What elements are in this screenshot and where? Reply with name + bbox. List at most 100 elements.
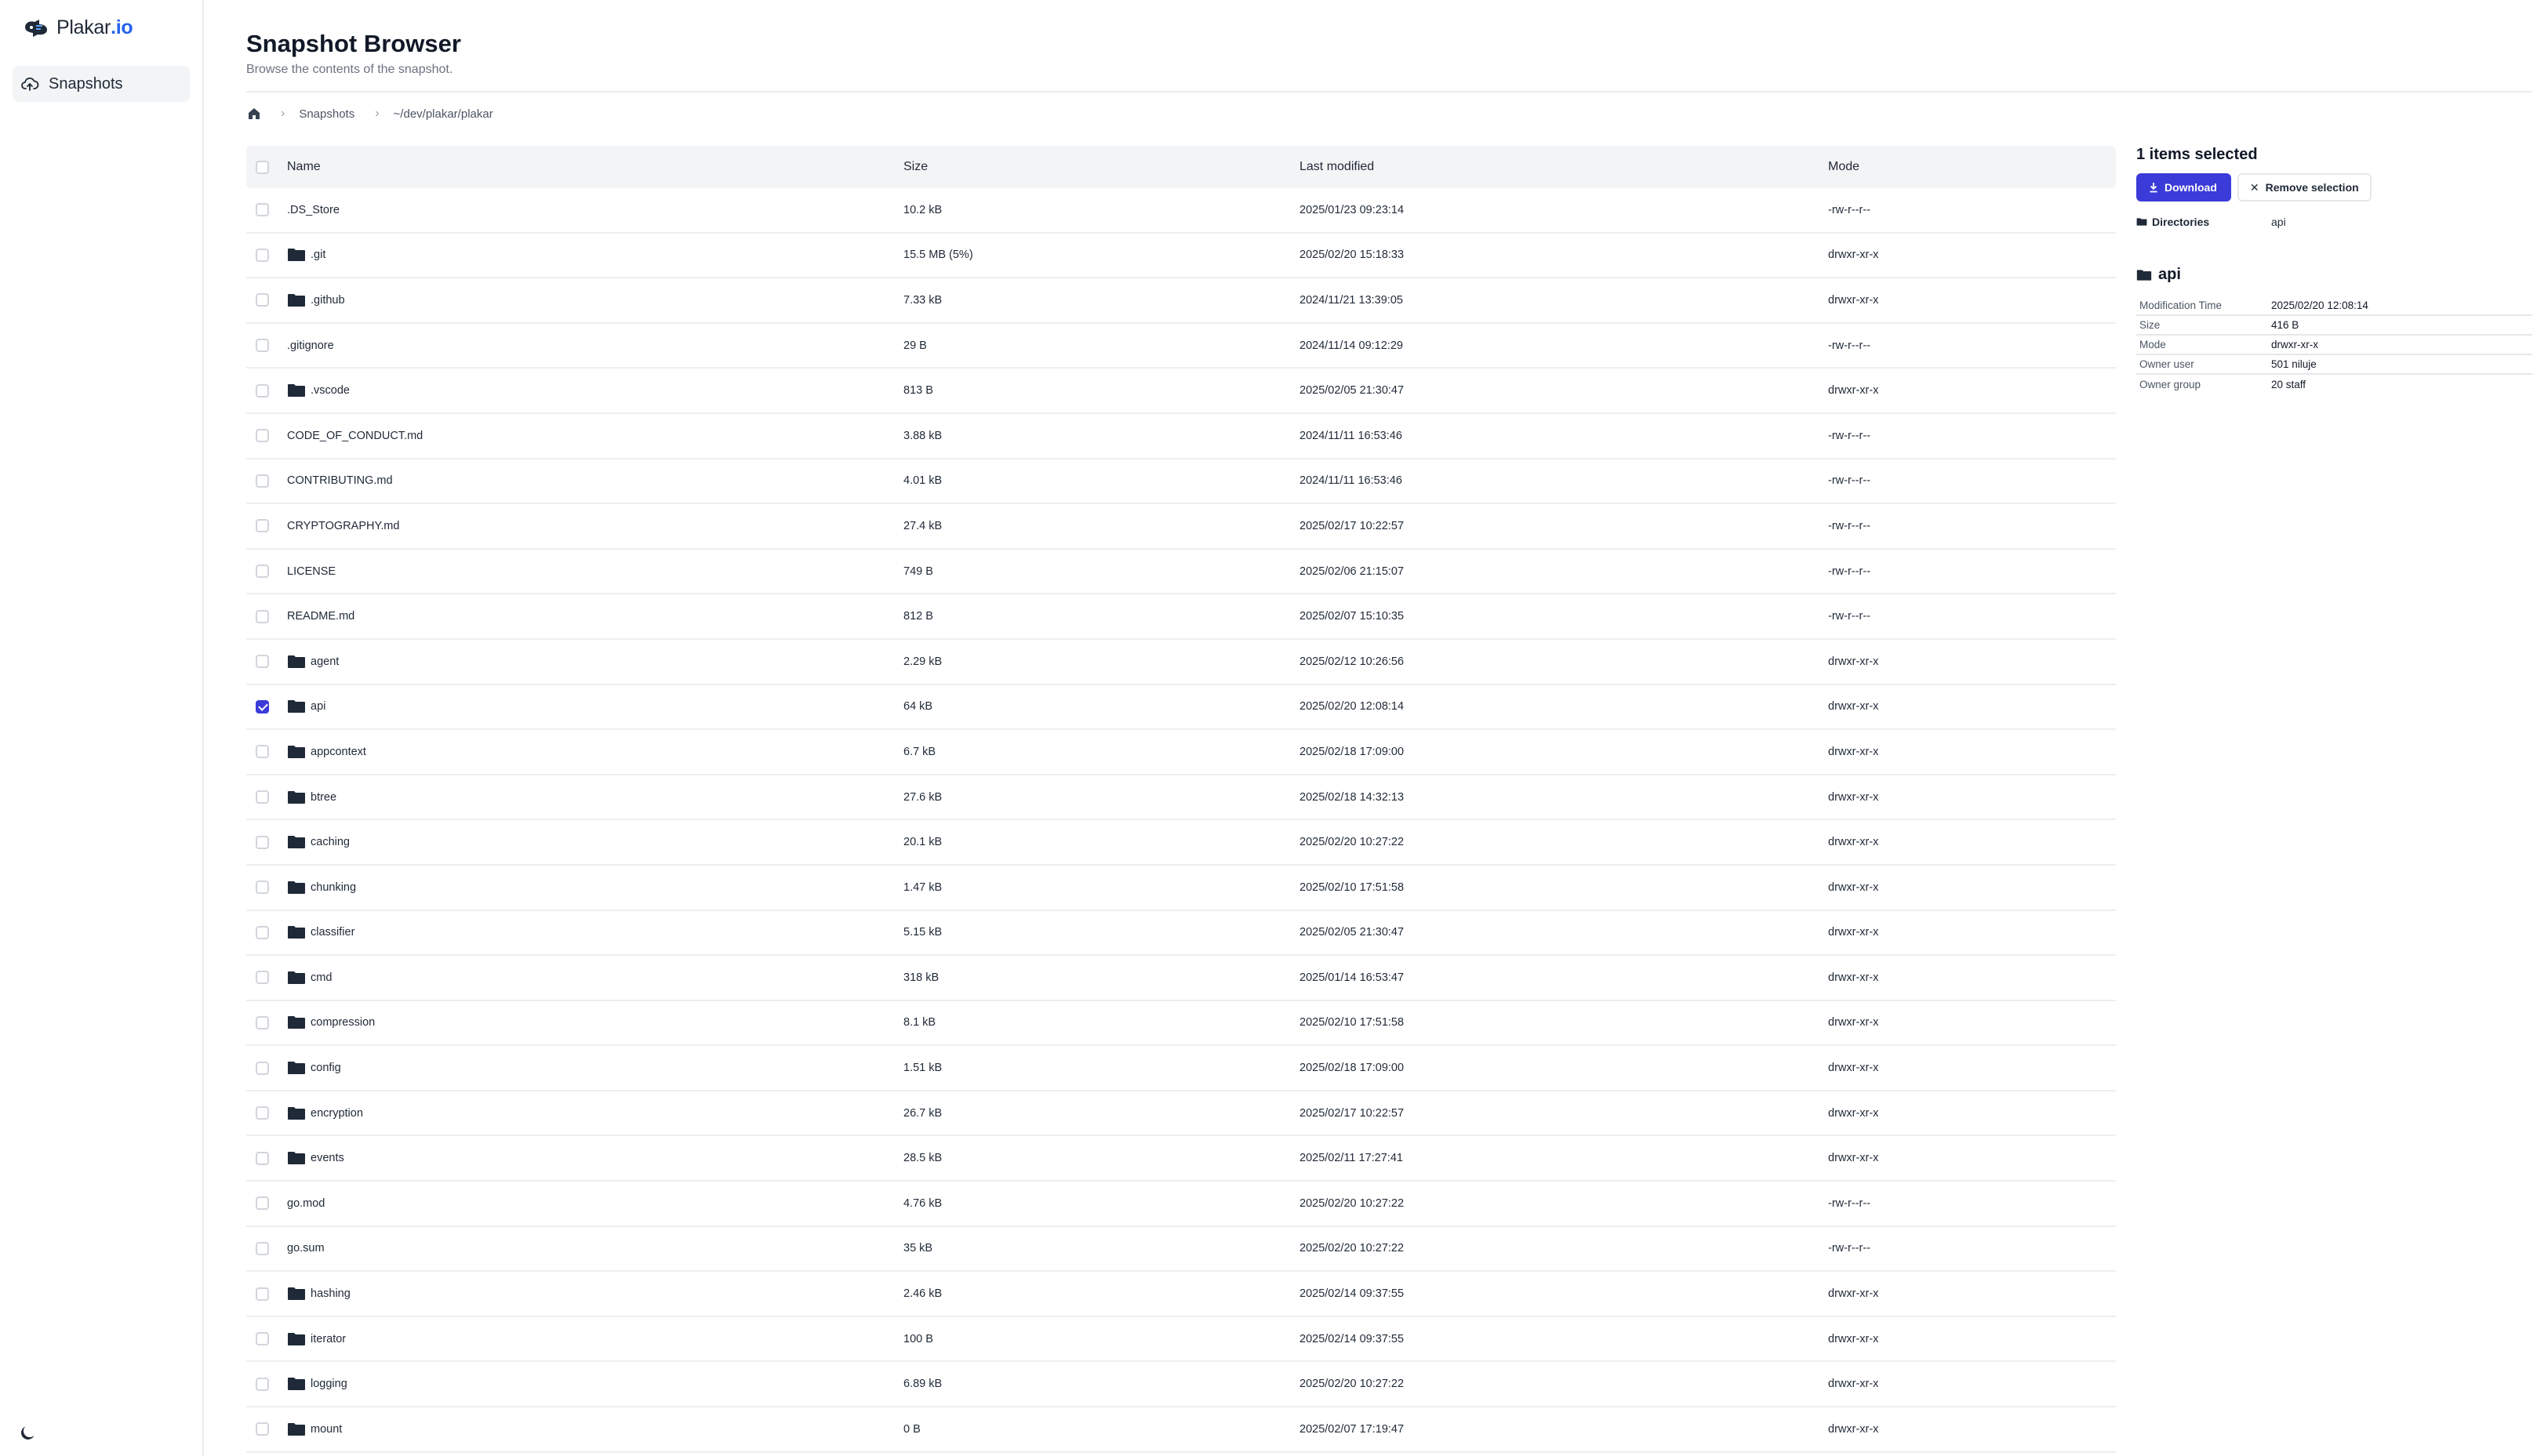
- table-row[interactable]: go.mod 4.76 kB 2025/02/20 10:27:22 -rw-r--r…: [246, 1182, 2116, 1227]
- row-checkbox[interactable]: [256, 1287, 269, 1301]
- file-name[interactable]: appcontext: [311, 746, 366, 758]
- table-row[interactable]: CRYPTOGRAPHY.md 27.4 kB 2025/02/17 10:22:5…: [246, 504, 2116, 550]
- row-checkbox[interactable]: [256, 925, 269, 939]
- sidebar-item-snapshots[interactable]: Snapshots: [13, 66, 190, 102]
- row-checkbox[interactable]: [256, 1015, 269, 1029]
- file-size: 4.76 kB: [903, 1196, 943, 1210]
- file-name[interactable]: mount: [311, 1423, 342, 1436]
- file-name[interactable]: go.mod: [287, 1197, 325, 1210]
- property-key: Modification Time: [2139, 300, 2223, 311]
- table-row[interactable]: agent 2.29 kB 2025/02/12 10:26:56 drwxr-xr-…: [246, 640, 2116, 685]
- table-row[interactable]: logging 6.89 kB 2025/02/20 10:27:22 drwxr-x…: [246, 1362, 2116, 1408]
- table-row[interactable]: iterator 100 B 2025/02/14 09:37:55 drwxr-xr…: [246, 1317, 2116, 1363]
- file-name[interactable]: classifier: [311, 926, 354, 939]
- row-checkbox[interactable]: [256, 699, 269, 713]
- file-name[interactable]: config: [311, 1062, 341, 1074]
- file-name[interactable]: hashing: [311, 1287, 351, 1300]
- table-row[interactable]: classifier 5.15 kB 2025/02/05 21:30:47 drwx…: [246, 911, 2116, 957]
- file-name[interactable]: encryption: [311, 1107, 363, 1120]
- file-name[interactable]: go.sum: [287, 1242, 325, 1254]
- file-name[interactable]: caching: [311, 836, 350, 848]
- breadcrumb-snapshots[interactable]: Snapshots: [299, 107, 354, 121]
- row-checkbox[interactable]: [256, 474, 269, 488]
- table-row[interactable]: encryption 26.7 kB 2025/02/17 10:22:57 drwx…: [246, 1091, 2116, 1137]
- table-row[interactable]: go.sum 35 kB 2025/02/20 10:27:22 -rw-r--r--: [246, 1227, 2116, 1273]
- row-checkbox[interactable]: [256, 1241, 269, 1255]
- file-name[interactable]: .git: [311, 249, 325, 261]
- file-name[interactable]: .gitignore: [287, 339, 334, 352]
- row-checkbox[interactable]: [256, 1151, 269, 1165]
- table-row[interactable]: CONTRIBUTING.md 4.01 kB 2024/11/11 16:53:4…: [246, 459, 2116, 505]
- file-name[interactable]: .DS_Store: [287, 204, 340, 216]
- row-checkbox[interactable]: [256, 519, 269, 533]
- table-row[interactable]: hashing 2.46 kB 2025/02/14 09:37:55 drwxr-x…: [246, 1272, 2116, 1317]
- file-name[interactable]: events: [311, 1152, 344, 1164]
- column-name[interactable]: Name: [287, 160, 903, 174]
- file-name[interactable]: README.md: [287, 610, 354, 623]
- row-checkbox[interactable]: [256, 203, 269, 217]
- logo[interactable]: Plakar.io: [22, 14, 133, 41]
- file-name[interactable]: iterator: [311, 1333, 346, 1345]
- row-checkbox[interactable]: [256, 971, 269, 985]
- table-row[interactable]: .gitignore 29 B 2024/11/14 09:12:29 -rw-r--…: [246, 324, 2116, 369]
- file-name[interactable]: CONTRIBUTING.md: [287, 474, 393, 487]
- row-checkbox[interactable]: [256, 429, 269, 443]
- row-checkbox[interactable]: [256, 1377, 269, 1391]
- table-row[interactable]: mount 0 B 2025/02/07 17:19:47 drwxr-xr-x: [246, 1407, 2116, 1453]
- row-checkbox[interactable]: [256, 609, 269, 623]
- row-checkbox[interactable]: [256, 655, 269, 669]
- table-row[interactable]: config 1.51 kB 2025/02/18 17:09:00 drwxr-xr…: [246, 1046, 2116, 1091]
- table-row[interactable]: .vscode 813 B 2025/02/05 21:30:47 drwxr-xr-…: [246, 369, 2116, 414]
- file-name[interactable]: CODE_OF_CONDUCT.md: [287, 430, 423, 442]
- row-checkbox[interactable]: [256, 1061, 269, 1075]
- moon-icon[interactable]: [17, 1423, 38, 1443]
- file-name[interactable]: LICENSE: [287, 565, 336, 578]
- select-all-checkbox[interactable]: [256, 160, 269, 174]
- breadcrumb-path[interactable]: ~/dev/plakar/plakar: [394, 107, 493, 121]
- home-icon[interactable]: [246, 106, 262, 122]
- table-row[interactable]: cmd 318 kB 2025/01/14 16:53:47 drwxr-xr-x: [246, 956, 2116, 1001]
- download-button[interactable]: Download: [2136, 173, 2231, 202]
- row-checkbox[interactable]: [256, 383, 269, 398]
- file-name[interactable]: logging: [311, 1378, 347, 1390]
- table-row[interactable]: api 64 kB 2025/02/20 12:08:14 drwxr-xr-x: [246, 685, 2116, 731]
- download-label: Download: [2165, 181, 2217, 194]
- table-row[interactable]: .DS_Store 10.2 kB 2025/01/23 09:23:14 -rw-r…: [246, 188, 2116, 234]
- table-row[interactable]: events 28.5 kB 2025/02/11 17:27:41 drwxr-xr…: [246, 1136, 2116, 1182]
- file-name[interactable]: CRYPTOGRAPHY.md: [287, 520, 399, 532]
- file-name[interactable]: .github: [311, 294, 345, 307]
- row-checkbox[interactable]: [256, 339, 269, 353]
- table-row[interactable]: appcontext 6.7 kB 2025/02/18 17:09:00 drwxr…: [246, 730, 2116, 775]
- column-last-modified[interactable]: Last modified: [1299, 160, 1828, 174]
- table-row[interactable]: LICENSE 749 B 2025/02/06 21:15:07 -rw-r--r-…: [246, 550, 2116, 595]
- row-checkbox[interactable]: [256, 1422, 269, 1436]
- row-checkbox[interactable]: [256, 1106, 269, 1120]
- table-row[interactable]: compression 8.1 kB 2025/02/10 17:51:58 drwx…: [246, 1001, 2116, 1047]
- column-mode[interactable]: Mode: [1828, 160, 2116, 174]
- remove-selection-button[interactable]: ✕ Remove selection: [2237, 173, 2372, 202]
- file-name[interactable]: cmd: [311, 971, 332, 984]
- row-checkbox[interactable]: [256, 835, 269, 849]
- row-checkbox[interactable]: [256, 745, 269, 759]
- file-name[interactable]: compression: [311, 1016, 375, 1029]
- table-row[interactable]: README.md 812 B 2025/02/07 15:10:35 -rw-r--…: [246, 594, 2116, 640]
- row-checkbox[interactable]: [256, 1196, 269, 1211]
- table-row[interactable]: .git 15.5 MB (5%) 2025/02/20 15:18:33 drwxr…: [246, 234, 2116, 279]
- table-row[interactable]: CODE_OF_CONDUCT.md 3.88 kB 2024/11/11 16:5…: [246, 414, 2116, 459]
- table-row[interactable]: caching 20.1 kB 2025/02/20 10:27:22 drwxr-x…: [246, 820, 2116, 866]
- table-row[interactable]: chunking 1.47 kB 2025/02/10 17:51:58 drwxr-…: [246, 866, 2116, 911]
- row-checkbox[interactable]: [256, 248, 269, 262]
- row-checkbox[interactable]: [256, 565, 269, 579]
- table-row[interactable]: .github 7.33 kB 2024/11/21 13:39:05 drwxr-x…: [246, 278, 2116, 324]
- table-row[interactable]: btree 27.6 kB 2025/02/18 14:32:13 drwxr-xr-…: [246, 775, 2116, 821]
- column-size[interactable]: Size: [903, 160, 1299, 174]
- row-checkbox[interactable]: [256, 293, 269, 307]
- file-name[interactable]: chunking: [311, 881, 356, 894]
- file-name[interactable]: agent: [311, 655, 339, 668]
- file-name[interactable]: .vscode: [311, 384, 350, 397]
- row-checkbox[interactable]: [256, 880, 269, 895]
- row-checkbox[interactable]: [256, 790, 269, 804]
- file-name[interactable]: btree: [311, 791, 336, 804]
- row-checkbox[interactable]: [256, 1332, 269, 1346]
- file-name[interactable]: api: [311, 700, 325, 713]
